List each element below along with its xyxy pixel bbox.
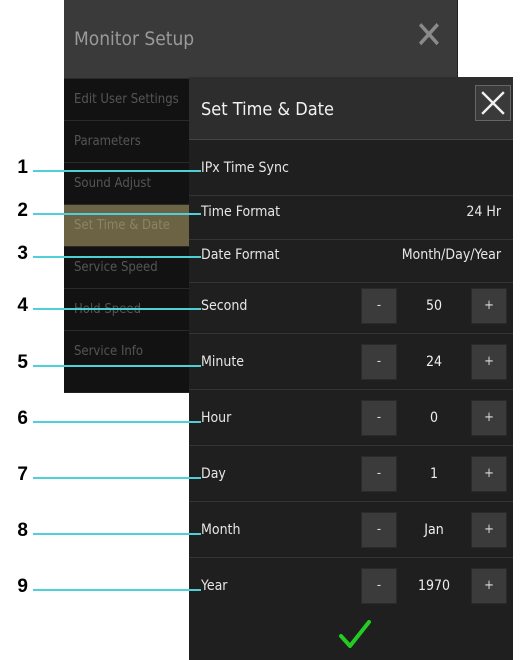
callout-number: 4 <box>17 295 28 316</box>
hour-decrement-button[interactable]: - <box>361 400 397 436</box>
callout-number: 7 <box>17 464 28 485</box>
monitor-setup-title: Monitor Setup <box>74 28 195 50</box>
callout-line <box>33 365 201 367</box>
row-label: Second <box>201 298 248 314</box>
year-increment-button[interactable]: + <box>471 568 507 604</box>
date-format-row[interactable]: Date Format Month/Day/Year <box>189 227 513 283</box>
row-label: Day <box>201 466 226 482</box>
minute-increment-button[interactable]: + <box>471 344 507 380</box>
callout-number: 2 <box>17 200 28 221</box>
set-time-date-dialog: Set Time & Date IPx Time Sync Time Forma… <box>189 77 513 660</box>
callout-number: 8 <box>17 520 28 541</box>
monitor-setup-close-icon[interactable]: ✕ <box>412 16 446 54</box>
callout-line <box>33 533 201 535</box>
hour-increment-button[interactable]: + <box>471 400 507 436</box>
callout-number: 9 <box>17 576 28 597</box>
row-label: Hour <box>201 410 232 426</box>
row-label: Year <box>201 578 228 594</box>
close-button[interactable] <box>475 85 511 121</box>
callout-number: 1 <box>17 157 28 178</box>
month-decrement-button[interactable]: - <box>361 512 397 548</box>
callout-line <box>33 308 201 310</box>
confirm-button[interactable] <box>337 618 373 652</box>
second-value: 50 <box>425 298 443 314</box>
year-decrement-button[interactable]: - <box>361 568 397 604</box>
callout-line <box>33 213 201 215</box>
year-row: Year - 1970 + <box>189 558 513 614</box>
month-value: Jan <box>424 522 444 538</box>
hour-row: Hour - 0 + <box>189 390 513 446</box>
monitor-setup-header: Monitor Setup ✕ <box>64 0 457 78</box>
callout-number: 5 <box>17 352 28 373</box>
dialog-title: Set Time & Date <box>201 99 334 120</box>
day-value: 1 <box>429 466 438 482</box>
minute-row: Minute - 24 + <box>189 334 513 390</box>
second-increment-button[interactable]: + <box>471 288 507 324</box>
callout-line <box>33 477 201 479</box>
callout-line <box>33 256 201 258</box>
callout-line <box>33 589 201 591</box>
callout-line <box>33 170 201 172</box>
day-increment-button[interactable]: + <box>471 456 507 492</box>
row-label: Month <box>201 522 241 538</box>
row-label: Minute <box>201 354 245 370</box>
row-label: Date Format <box>201 247 280 263</box>
callout-line <box>33 421 201 423</box>
callout-number: 3 <box>17 243 28 264</box>
dialog-footer <box>189 610 513 660</box>
dialog-header: Set Time & Date <box>189 77 513 140</box>
year-value: 1970 <box>417 578 451 594</box>
second-row: Second - 50 + <box>189 278 513 334</box>
month-increment-button[interactable]: + <box>471 512 507 548</box>
date-format-value: Month/Day/Year <box>401 247 501 263</box>
hour-value: 0 <box>429 410 438 426</box>
close-icon <box>481 91 505 115</box>
callout-number: 6 <box>17 408 28 429</box>
month-row: Month - Jan + <box>189 502 513 558</box>
checkmark-icon <box>339 620 371 648</box>
minute-value: 24 <box>425 354 443 370</box>
day-decrement-button[interactable]: - <box>361 456 397 492</box>
second-decrement-button[interactable]: - <box>361 288 397 324</box>
day-row: Day - 1 + <box>189 446 513 502</box>
minute-decrement-button[interactable]: - <box>361 344 397 380</box>
